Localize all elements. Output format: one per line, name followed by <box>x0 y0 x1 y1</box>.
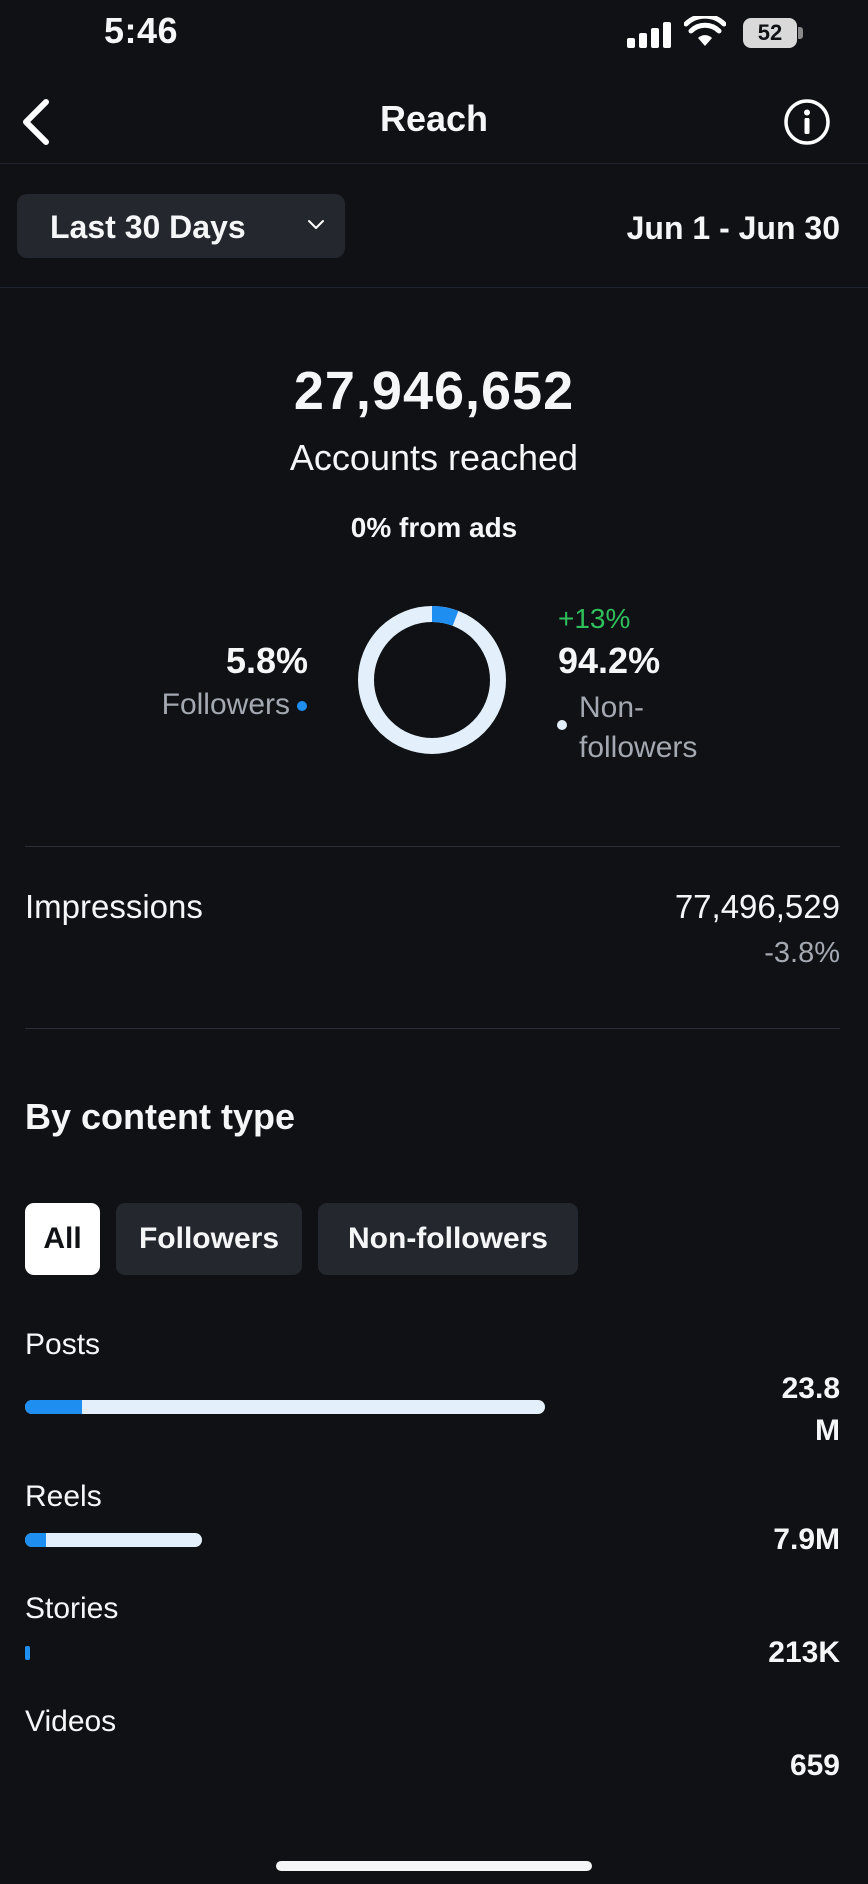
status-bar: 5:46 52 <box>0 0 868 66</box>
reach-screen: 5:46 52 Reach Last 30 Days Jun 1 - Jun 3… <box>0 0 868 1884</box>
value-unit: M <box>815 1414 840 1447</box>
section-title: By content type <box>25 1096 296 1137</box>
content-type-bar <box>25 1533 202 1547</box>
impressions-value: 77,496,529 <box>674 888 840 925</box>
impressions-change: -3.8% <box>764 937 840 969</box>
date-filter-row: Last 30 Days Jun 1 - Jun 30 <box>0 164 868 288</box>
accounts-reached-count: 27,946,652 <box>293 361 575 421</box>
accounts-reached-label: Accounts reached <box>289 437 579 478</box>
followers-bar-segment <box>25 1400 83 1414</box>
info-button[interactable] <box>783 98 831 146</box>
date-range-text: Jun 1 - Jun 30 <box>626 210 840 246</box>
nonfollowers-change: +13% <box>558 603 631 634</box>
cellular-signal-icon <box>627 22 671 48</box>
nonfollowers-legend-label: Non-followers <box>579 691 698 764</box>
content-type-label: Stories <box>25 1592 119 1625</box>
followers-legend-dot <box>297 701 307 711</box>
followers-bar-segment <box>25 1646 30 1660</box>
value-number: 23.8 <box>781 1372 840 1405</box>
ads-percentage: 0% from ads <box>350 512 518 543</box>
content-type-value: 659 <box>789 1749 840 1782</box>
content-type-label: Posts <box>25 1328 101 1361</box>
battery-icon: 52 <box>743 18 803 48</box>
reach-donut-chart <box>358 606 506 754</box>
home-indicator <box>276 1861 592 1871</box>
followers-bar-segment <box>25 1533 46 1547</box>
date-range-selected: Last 30 Days <box>50 209 246 245</box>
chevron-down-icon <box>308 220 324 229</box>
content-type-value: 23.8 M <box>782 1368 840 1452</box>
divider <box>25 1028 840 1029</box>
content-type-bar <box>25 1400 545 1414</box>
donut-nonfollowers-arc <box>358 606 506 754</box>
content-type-value: 7.9M <box>773 1523 840 1556</box>
followers-percentage: 5.8% <box>225 640 308 681</box>
content-type-label: Reels <box>25 1480 102 1513</box>
nav-header: Reach <box>0 80 868 164</box>
battery-level: 52 <box>757 20 783 45</box>
filter-chip-nonfollowers[interactable]: Non-followers <box>318 1203 578 1275</box>
nonfollowers-percentage: 94.2% <box>558 640 661 681</box>
date-range-dropdown[interactable]: Last 30 Days <box>17 194 345 258</box>
page-title: Reach <box>379 98 489 139</box>
content-type-value: 213K <box>768 1636 840 1669</box>
wifi-icon <box>684 16 726 46</box>
content-type-label: Videos <box>25 1705 117 1738</box>
status-time: 5:46 <box>104 10 179 51</box>
filter-chip-followers[interactable]: Followers <box>116 1203 302 1275</box>
followers-legend-label: Followers <box>161 688 290 721</box>
nonfollowers-legend-dot <box>557 720 567 730</box>
filter-chip-all[interactable]: All <box>25 1203 100 1275</box>
divider <box>25 846 840 847</box>
impressions-label: Impressions <box>25 888 203 925</box>
